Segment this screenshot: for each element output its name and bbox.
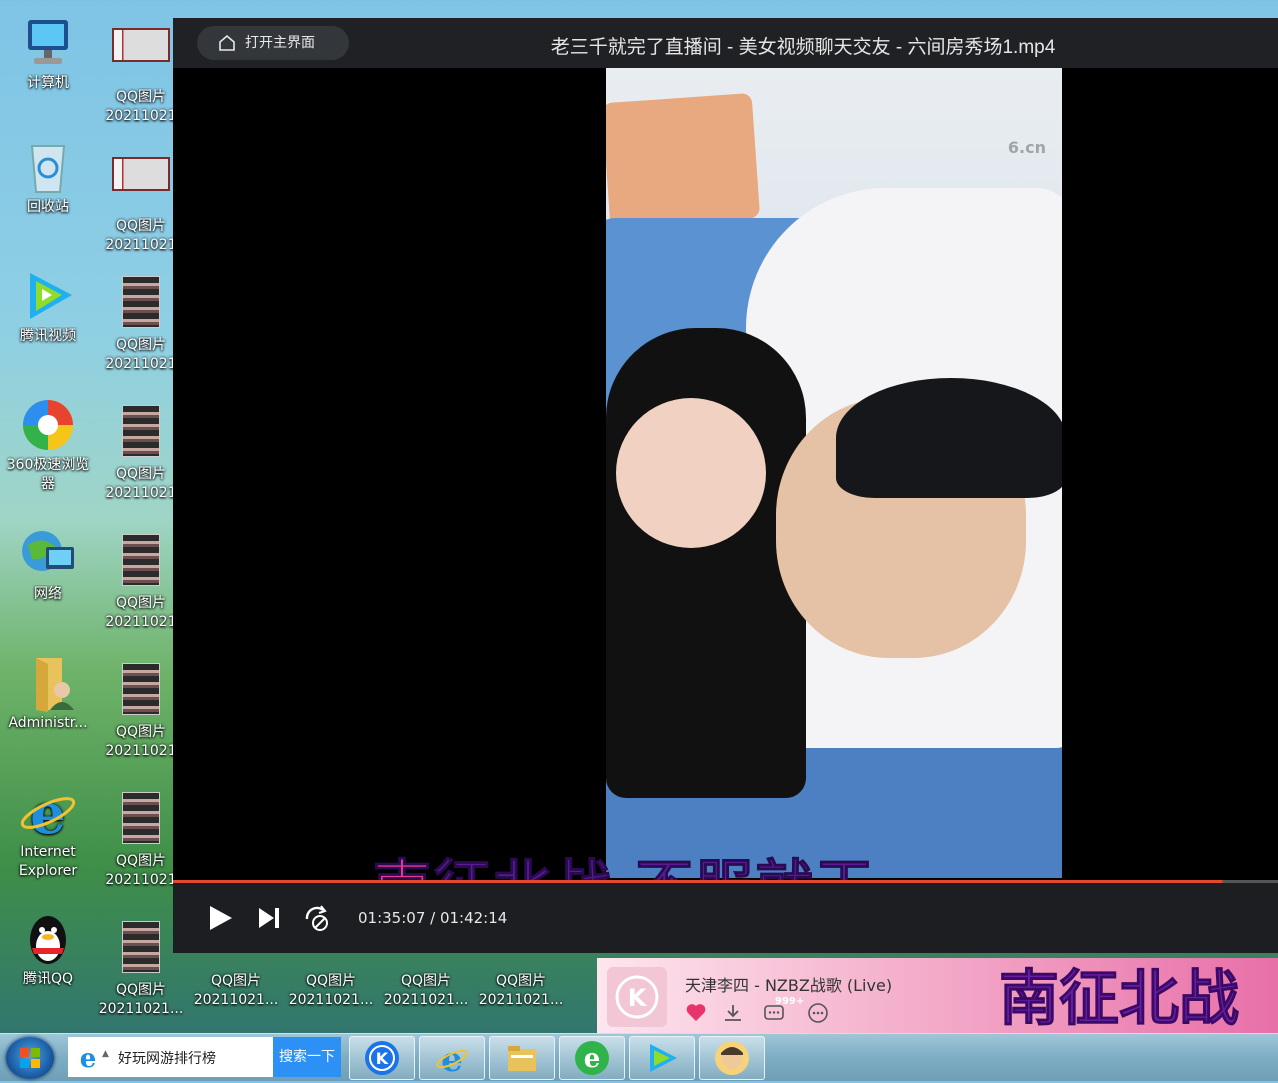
desktop-icon-360-browser[interactable]: 360极速浏览器 bbox=[0, 396, 96, 494]
video-watermark: 6.cn bbox=[1007, 138, 1046, 157]
desktop-icon-label: Internet Explorer bbox=[18, 844, 78, 879]
taskbar: e ▲ 好玩网游排行榜 搜索一下 K e e bbox=[0, 1033, 1278, 1081]
folder-icon bbox=[505, 1041, 539, 1075]
image-thumbnail-icon bbox=[111, 405, 171, 463]
desktop-icon-label: 20211021... bbox=[383, 992, 469, 1008]
desktop-icon-qq-image[interactable]: QQ图片 20211021... bbox=[188, 955, 284, 1010]
lyric-display: 南征北战 bbox=[999, 964, 1240, 1035]
album-cover[interactable]: K bbox=[607, 967, 667, 1027]
svg-text:e: e bbox=[30, 783, 66, 841]
taskbar-file-explorer[interactable] bbox=[489, 1036, 555, 1080]
desktop-icon-label: QQ图片 bbox=[495, 973, 547, 989]
next-button[interactable] bbox=[255, 903, 285, 933]
loop-button[interactable] bbox=[301, 903, 331, 933]
image-thumbnail-icon bbox=[111, 276, 171, 334]
svg-text:e: e bbox=[80, 1045, 97, 1071]
desktop-icon-label: Administr... bbox=[8, 715, 88, 731]
desktop-icon-qq-image[interactable]: QQ图片 20211021... bbox=[378, 955, 474, 1010]
desktop-icon-internet-explorer[interactable]: e Internet Explorer bbox=[0, 781, 96, 881]
desktop-icon-label: 计算机 bbox=[27, 75, 69, 91]
open-main-interface-label: 打开主界面 bbox=[245, 35, 315, 51]
image-thumbnail-icon bbox=[111, 28, 171, 86]
taskbar-360-browser[interactable]: e bbox=[559, 1036, 625, 1080]
svg-text:e: e bbox=[584, 1044, 601, 1074]
image-thumbnail-icon bbox=[111, 157, 171, 215]
taskbar-internet-explorer[interactable]: e bbox=[419, 1036, 485, 1080]
tencent-video-icon bbox=[18, 267, 78, 325]
skip-next-icon bbox=[259, 908, 279, 928]
play-button[interactable] bbox=[205, 903, 235, 933]
desktop-icon-label: 20211021... bbox=[98, 1001, 184, 1017]
desktop-icon-label: 20211021... bbox=[288, 992, 374, 1008]
taskbar-media-player[interactable] bbox=[699, 1036, 765, 1080]
desktop-icon-qq-image[interactable]: QQ图片 20211021... bbox=[473, 955, 569, 1010]
windows-logo-icon bbox=[20, 1048, 40, 1068]
dropdown-arrow-icon[interactable]: ▲ bbox=[102, 1049, 109, 1059]
svg-text:K: K bbox=[628, 984, 648, 1012]
svg-text:K: K bbox=[376, 1049, 389, 1068]
media-player-avatar-icon bbox=[715, 1041, 749, 1075]
internet-explorer-icon: e bbox=[435, 1040, 469, 1080]
taskbar-kugou[interactable]: K bbox=[349, 1036, 415, 1080]
network-icon bbox=[18, 525, 78, 583]
loop-off-icon bbox=[305, 905, 328, 931]
open-main-interface-button[interactable]: 打开主界面 bbox=[197, 26, 349, 60]
qq-penguin-icon bbox=[18, 910, 78, 968]
image-thumbnail-icon bbox=[111, 921, 171, 979]
computer-icon bbox=[18, 14, 78, 72]
desktop-icon-computer[interactable]: 计算机 bbox=[0, 14, 96, 93]
360-safe-browser-icon: e bbox=[575, 1041, 609, 1075]
video-frame[interactable]: 6.cn bbox=[606, 68, 1062, 878]
desktop-icon-network[interactable]: 网络 bbox=[0, 525, 96, 604]
play-icon bbox=[210, 906, 232, 930]
image-thumbnail-icon bbox=[111, 792, 171, 850]
image-thumbnail-icon bbox=[111, 534, 171, 592]
360-browser-icon bbox=[18, 396, 78, 454]
ie-small-icon: e bbox=[80, 1045, 97, 1071]
recycle-bin-icon bbox=[18, 138, 78, 196]
desktop-icon-recycle-bin[interactable]: 回收站 bbox=[0, 138, 96, 217]
video-player-window[interactable]: 打开主界面 老三千就完了直播间 - 美女视频聊天交友 - 六间房秀场1.mp4 … bbox=[173, 18, 1278, 953]
image-thumbnail-icon bbox=[111, 663, 171, 721]
user-folder-icon bbox=[18, 654, 78, 712]
more-icon[interactable] bbox=[807, 1002, 829, 1024]
desktop-icon-administrator[interactable]: Administr... bbox=[0, 654, 96, 733]
desktop-icon-label: QQ图片 bbox=[210, 973, 262, 989]
desktop-icon-qq-image[interactable]: QQ图片 20211021... bbox=[283, 955, 379, 1010]
kugou-icon: K bbox=[365, 1041, 399, 1075]
heart-icon[interactable] bbox=[685, 1002, 707, 1024]
start-button[interactable] bbox=[6, 1037, 54, 1079]
player-titlebar[interactable]: 打开主界面 老三千就完了直播间 - 美女视频聊天交友 - 六间房秀场1.mp4 bbox=[173, 18, 1278, 68]
internet-explorer-icon: e bbox=[18, 781, 78, 847]
desktop-icon-label: 20211021... bbox=[478, 992, 564, 1008]
window-title: 老三千就完了直播间 - 美女视频聊天交友 - 六间房秀场1.mp4 bbox=[550, 37, 1056, 58]
taskbar-tencent-video[interactable] bbox=[629, 1036, 695, 1080]
search-text: 好玩网游排行榜 bbox=[118, 1051, 216, 1067]
comment-count-badge: 999+ bbox=[775, 996, 805, 1007]
kugou-k-icon: K bbox=[615, 975, 659, 1019]
tencent-video-icon bbox=[645, 1041, 679, 1075]
desktop-icon-label: QQ图片 bbox=[400, 973, 452, 989]
desktop-icon-label: 回收站 bbox=[27, 199, 69, 215]
desktop-icon-tencent-qq[interactable]: 腾讯QQ bbox=[0, 910, 96, 989]
desktop-icon-label: 腾讯视频 bbox=[20, 328, 76, 344]
song-title: 天津李四 - NZBZ战歌 (Live) bbox=[685, 976, 893, 995]
search-input[interactable]: e ▲ 好玩网游排行榜 bbox=[68, 1037, 273, 1077]
desktop-icon-label: 20211021... bbox=[193, 992, 279, 1008]
download-icon[interactable] bbox=[722, 1002, 744, 1024]
player-controls: 01:35:07 / 01:42:14 bbox=[173, 883, 1278, 953]
desktop-icon-label: QQ图片 bbox=[115, 982, 167, 998]
desktop-icon-label: QQ图片 bbox=[305, 973, 357, 989]
desktop-icon-label: 网络 bbox=[34, 586, 62, 602]
desktop-icon-label: 腾讯QQ bbox=[22, 971, 74, 987]
desktop-icon-label: 360极速浏览器 bbox=[6, 457, 90, 492]
desktop-icon-tencent-video[interactable]: 腾讯视频 bbox=[0, 267, 96, 346]
music-player-bar[interactable]: K 天津李四 - NZBZ战歌 (Live) 999+ 南征北战 bbox=[597, 958, 1278, 1035]
time-display: 01:35:07 / 01:42:14 bbox=[358, 909, 508, 927]
search-button[interactable]: 搜索一下 bbox=[273, 1037, 341, 1077]
home-icon bbox=[219, 34, 235, 51]
